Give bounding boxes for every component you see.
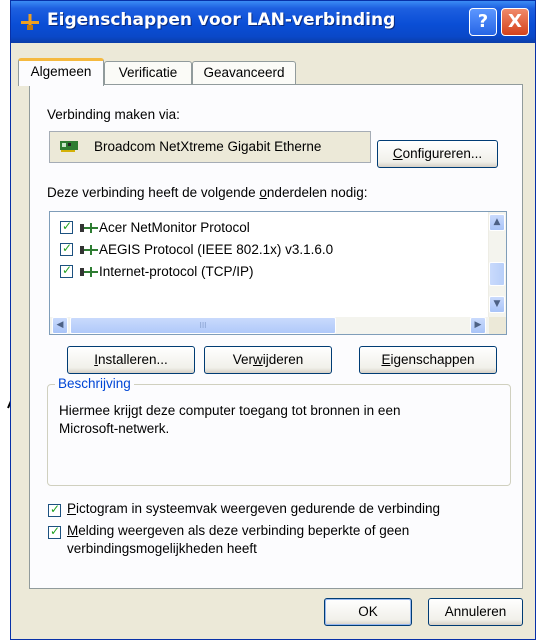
title-bar[interactable]: Eigenschappen voor LAN-verbinding ? X bbox=[11, 1, 535, 43]
remove-label-pre: Ver bbox=[232, 352, 253, 367]
horizontal-scroll-thumb[interactable]: III bbox=[70, 317, 336, 334]
list-item[interactable]: ✓ Internet-protocol (TCP/IP) bbox=[56, 263, 476, 283]
remove-accel: w bbox=[252, 352, 263, 367]
tray-label: ictogram in systeemvak weergeven geduren… bbox=[76, 501, 440, 516]
properties-label: igenschappen bbox=[390, 352, 475, 367]
description-line1: Hiermee krijgt deze computer toegang tot… bbox=[59, 403, 401, 418]
adapter-name: Broadcom NetXtreme Gigabit Etherne bbox=[94, 139, 322, 154]
notify-accel: M bbox=[67, 523, 79, 538]
horizontal-scrollbar[interactable]: ◀ III ▶ bbox=[50, 317, 489, 334]
scroll-up-icon[interactable]: ▲ bbox=[489, 214, 505, 231]
tab-geavanceerd[interactable]: Geavanceerd bbox=[192, 61, 296, 85]
tab-label: Geavanceerd bbox=[203, 65, 285, 80]
scroll-left-icon[interactable]: ◀ bbox=[52, 317, 68, 334]
list-item[interactable]: ✓ AEGIS Protocol (IEEE 802.1x) v3.1.6.0 bbox=[56, 241, 476, 261]
close-button[interactable]: X bbox=[501, 8, 529, 36]
component-label: AEGIS Protocol (IEEE 802.1x) v3.1.6.0 bbox=[99, 242, 334, 257]
dialog-window: Eigenschappen voor LAN-verbinding ? X Al… bbox=[10, 0, 536, 640]
network-card-icon bbox=[60, 141, 78, 152]
ok-button[interactable]: OK bbox=[324, 598, 412, 626]
connect-via-label: Verbinding maken via: bbox=[47, 107, 180, 122]
cancel-button[interactable]: Annuleren bbox=[428, 598, 523, 626]
configure-label: onfigureren... bbox=[402, 146, 483, 161]
configure-accel: C bbox=[392, 146, 403, 161]
network-connection-icon bbox=[21, 14, 39, 30]
tray-icon-checkbox[interactable]: ✓ bbox=[48, 502, 61, 517]
notify-label-line2: verbindingsmogelijkheden heeft bbox=[67, 541, 257, 556]
description-title: Beschrijving bbox=[55, 376, 134, 391]
tray-icon-label[interactable]: Pictogram in systeemvak weergeven gedure… bbox=[67, 501, 440, 516]
list-item[interactable]: ✓ Acer NetMonitor Protocol bbox=[56, 219, 476, 239]
adapter-field: Broadcom NetXtreme Gigabit Etherne bbox=[49, 131, 371, 163]
vertical-scrollbar[interactable]: ▲ ▼ bbox=[488, 212, 506, 317]
components-accel: o bbox=[259, 185, 267, 200]
component-label: Acer NetMonitor Protocol bbox=[99, 220, 250, 235]
protocol-icon bbox=[80, 223, 98, 233]
window-title: Eigenschappen voor LAN-verbinding bbox=[47, 10, 396, 30]
tab-label: Algemeen bbox=[30, 64, 92, 79]
install-button[interactable]: Installeren... bbox=[67, 346, 195, 374]
component-checkbox[interactable]: ✓ bbox=[60, 241, 73, 256]
description-line2: Microsoft-netwerk. bbox=[59, 421, 170, 436]
tab-algemeen[interactable]: Algemeen bbox=[18, 58, 104, 86]
components-label-pre: Deze verbinding heeft de volgende bbox=[47, 185, 260, 200]
scroll-thumb[interactable] bbox=[489, 262, 505, 286]
configure-button[interactable]: Configureren... bbox=[377, 140, 498, 168]
component-label: Internet-protocol (TCP/IP) bbox=[99, 264, 254, 279]
notify-checkbox[interactable]: ✓ bbox=[48, 524, 61, 539]
scroll-right-icon[interactable]: ▶ bbox=[470, 317, 486, 334]
component-checkbox[interactable]: ✓ bbox=[60, 219, 73, 234]
check-icon: ✓ bbox=[50, 524, 61, 538]
protocol-icon bbox=[80, 245, 98, 255]
cancel-label: Annuleren bbox=[444, 604, 507, 619]
help-button[interactable]: ? bbox=[469, 8, 497, 36]
check-icon: ✓ bbox=[50, 502, 61, 516]
components-label-post: nderdelen nodig: bbox=[266, 185, 368, 200]
scroll-down-icon[interactable]: ▼ bbox=[489, 296, 505, 313]
install-label: nstalleren... bbox=[97, 352, 168, 367]
tray-accel: P bbox=[67, 501, 77, 516]
components-list[interactable]: ✓ Acer NetMonitor Protocol ✓ AEGIS Proto… bbox=[49, 211, 507, 335]
remove-button[interactable]: Verwijderen bbox=[204, 346, 332, 374]
components-label: Deze verbinding heeft de volgende onderd… bbox=[47, 185, 368, 200]
notify-label-rest: elding weergeven als deze verbinding bep… bbox=[78, 523, 410, 538]
notify-label[interactable]: Melding weergeven als deze verbinding be… bbox=[67, 523, 409, 538]
scroll-corner bbox=[489, 317, 506, 334]
tab-label: Verificatie bbox=[118, 65, 178, 80]
component-checkbox[interactable]: ✓ bbox=[60, 263, 73, 278]
remove-label-post: ijderen bbox=[262, 352, 304, 367]
properties-button[interactable]: Eigenschappen bbox=[359, 346, 497, 374]
tab-verificatie[interactable]: Verificatie bbox=[104, 61, 192, 85]
protocol-icon bbox=[80, 267, 98, 277]
ok-label: OK bbox=[358, 604, 378, 619]
